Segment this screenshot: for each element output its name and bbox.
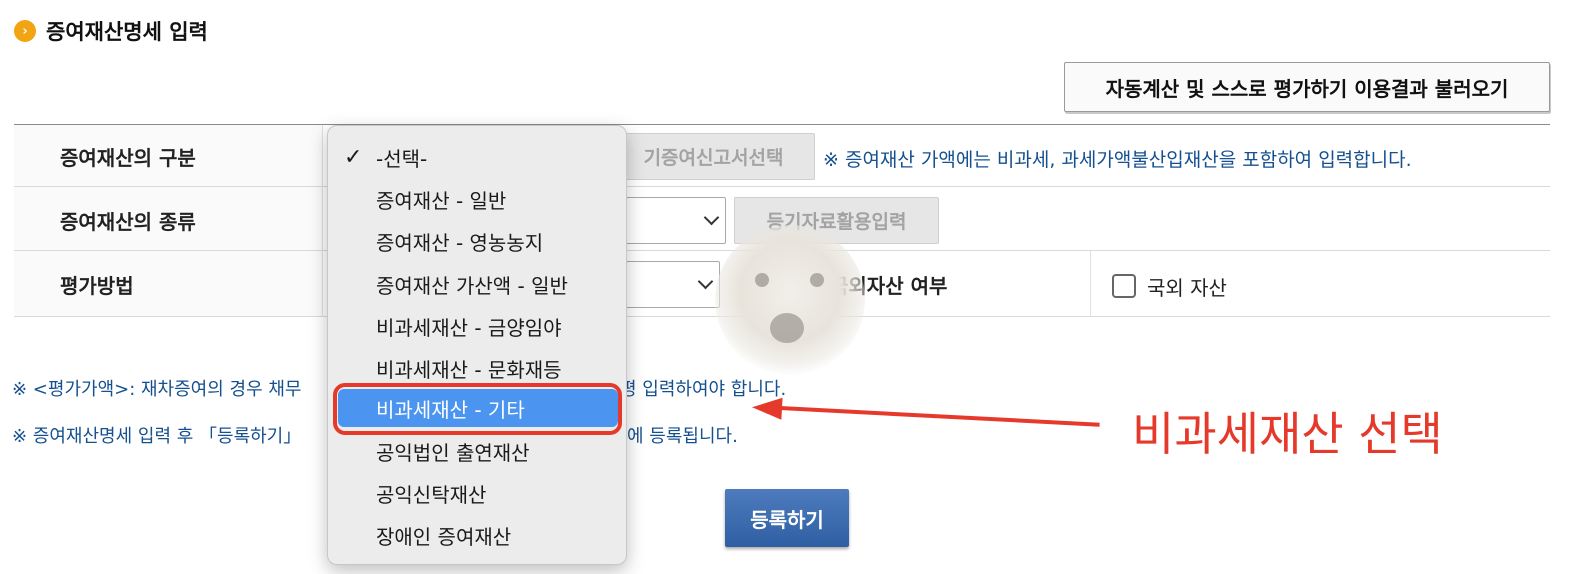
foreign-asset-checkbox[interactable]	[1112, 274, 1136, 298]
section-header: › 증여재산명세 입력	[14, 16, 208, 46]
section-title: 증여재산명세 입력	[46, 20, 208, 44]
dropdown-option[interactable]: 비과세재산 - 문화재등	[338, 349, 618, 387]
dog-eye	[755, 273, 769, 287]
dropdown-option[interactable]: ✓ -선택-	[338, 138, 618, 176]
annotation-arrow-head-icon	[751, 396, 783, 420]
valuation-note-start: ※ <평가가액>: 재차증여의 경우 채무	[12, 379, 302, 400]
table-top-border	[14, 124, 1550, 125]
chevron-down-icon	[697, 273, 714, 290]
column-divider	[1090, 251, 1091, 317]
registration-note-start: ※ 증여재산명세 입력 후 「등록하기」	[12, 426, 302, 447]
gift-property-type-label: 증여재산의 종류	[60, 210, 196, 234]
select-prior-gift-return-button[interactable]: 기증여신고서선택	[612, 133, 815, 180]
dropdown-option[interactable]: 증여재산 - 영농농지	[338, 222, 618, 260]
load-results-button[interactable]: 자동계산 및 스스로 평가하기 이용결과 불러오기	[1064, 62, 1550, 112]
column-divider	[322, 125, 323, 317]
dropdown-option[interactable]: 공익법인 출연재산	[338, 432, 618, 470]
annotation-text: 비과세재산 선택	[1132, 407, 1443, 461]
dog-nose	[770, 313, 804, 343]
dropdown-option[interactable]: 공익신탁재산	[338, 474, 618, 512]
chevron-down-icon	[703, 209, 720, 226]
dropdown-option[interactable]: 증여재산 가산액 - 일반	[338, 265, 618, 303]
registration-note-end: 에 등록됩니다.	[627, 426, 738, 447]
chevron-right-circle-icon: ›	[14, 20, 36, 42]
gift-value-note: ※ 증여재산 가액에는 비과세, 과세가액불산입재산을 포함하여 입력합니다.	[823, 149, 1412, 171]
valuation-method-label: 평가방법	[60, 274, 134, 298]
dog-eye	[810, 273, 824, 287]
dog-photo	[715, 225, 865, 375]
dropdown-option-highlighted[interactable]: 비과세재산 - 기타	[338, 389, 618, 427]
annotation-arrow-line	[779, 406, 1100, 427]
register-button[interactable]: 등록하기	[725, 489, 849, 547]
checkmark-icon: ✓	[344, 144, 363, 170]
row-divider	[14, 186, 1550, 187]
dropdown-option[interactable]: 비과세재산 - 금양임야	[338, 307, 618, 345]
dropdown-option[interactable]: 증여재산 - 일반	[338, 180, 618, 218]
gift-property-category-dropdown[interactable]: ✓ -선택- 증여재산 - 일반 증여재산 - 영농농지 증여재산 가산액 - …	[327, 125, 627, 565]
foreign-asset-checkbox-label: 국외 자산	[1147, 276, 1227, 300]
dropdown-option[interactable]: 장애인 증여재산	[338, 516, 618, 554]
gift-property-category-label: 증여재산의 구분	[60, 146, 196, 170]
